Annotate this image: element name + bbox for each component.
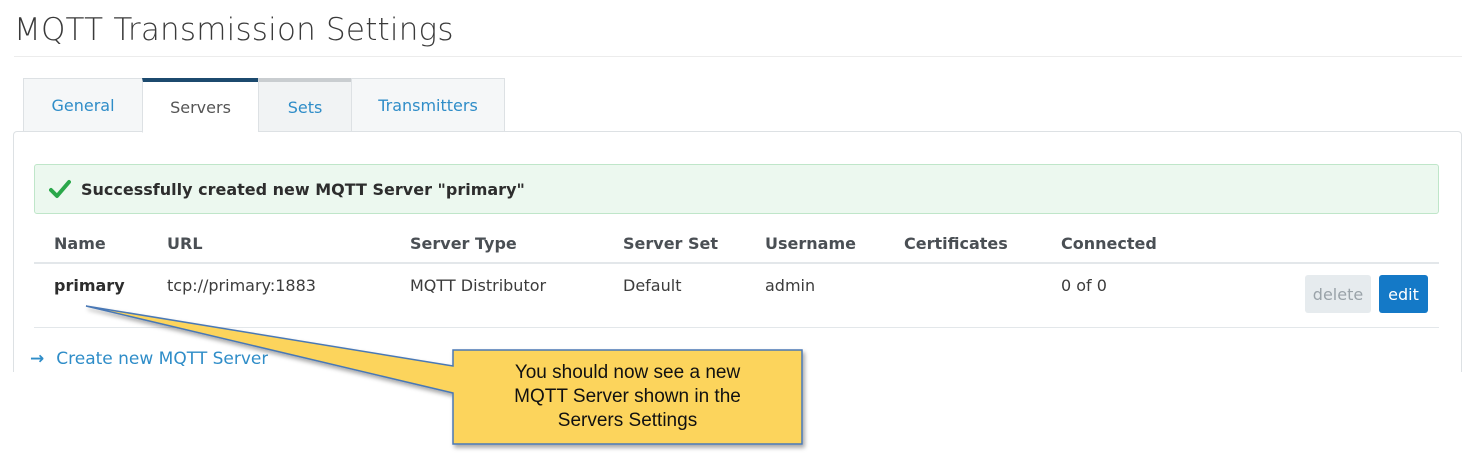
title-divider xyxy=(14,56,1462,57)
check-icon xyxy=(39,179,81,199)
page-title: MQTT Transmission Settings xyxy=(14,12,454,48)
delete-button[interactable]: delete xyxy=(1305,275,1371,313)
settings-tabs: General Servers Sets Transmitters xyxy=(23,78,505,133)
header-name: Name xyxy=(54,234,106,253)
callout-line: MQTT Server shown in the xyxy=(514,386,741,407)
callout-text: You should now see a new MQTT Server sho… xyxy=(453,350,802,444)
header-certificates: Certificates xyxy=(904,234,1008,253)
header-url: URL xyxy=(167,234,203,253)
tab-general[interactable]: General xyxy=(23,78,142,133)
server-url: tcp://primary:1883 xyxy=(167,276,316,295)
create-server-link[interactable]: → Create new MQTT Server xyxy=(30,349,268,371)
header-username: Username xyxy=(765,234,856,253)
edit-button[interactable]: edit xyxy=(1379,275,1428,313)
server-set: Default xyxy=(623,276,682,295)
tab-sets[interactable]: Sets xyxy=(258,78,351,133)
server-name: primary xyxy=(54,276,125,295)
alert-message: Successfully created new MQTT Server "pr… xyxy=(81,179,525,199)
arrow-right-icon: → xyxy=(30,349,45,369)
server-type: MQTT Distributor xyxy=(410,276,547,295)
table-header: Name URL Server Type Server Set Username… xyxy=(34,230,1439,264)
server-connected: 0 of 0 xyxy=(1061,276,1107,295)
header-server-set: Server Set xyxy=(623,234,719,253)
callout-line: You should now see a new xyxy=(514,362,741,383)
tab-servers[interactable]: Servers xyxy=(142,78,258,133)
create-server-label: Create new MQTT Server xyxy=(56,349,269,369)
header-connected: Connected xyxy=(1061,234,1157,253)
server-username: admin xyxy=(765,276,816,295)
tab-transmitters[interactable]: Transmitters xyxy=(351,78,505,133)
table-row: primary tcp://primary:1883 MQTT Distribu… xyxy=(34,264,1439,328)
callout-line: Servers Settings xyxy=(557,410,698,431)
header-server-type: Server Type xyxy=(410,234,517,253)
success-alert: Successfully created new MQTT Server "pr… xyxy=(34,164,1439,214)
